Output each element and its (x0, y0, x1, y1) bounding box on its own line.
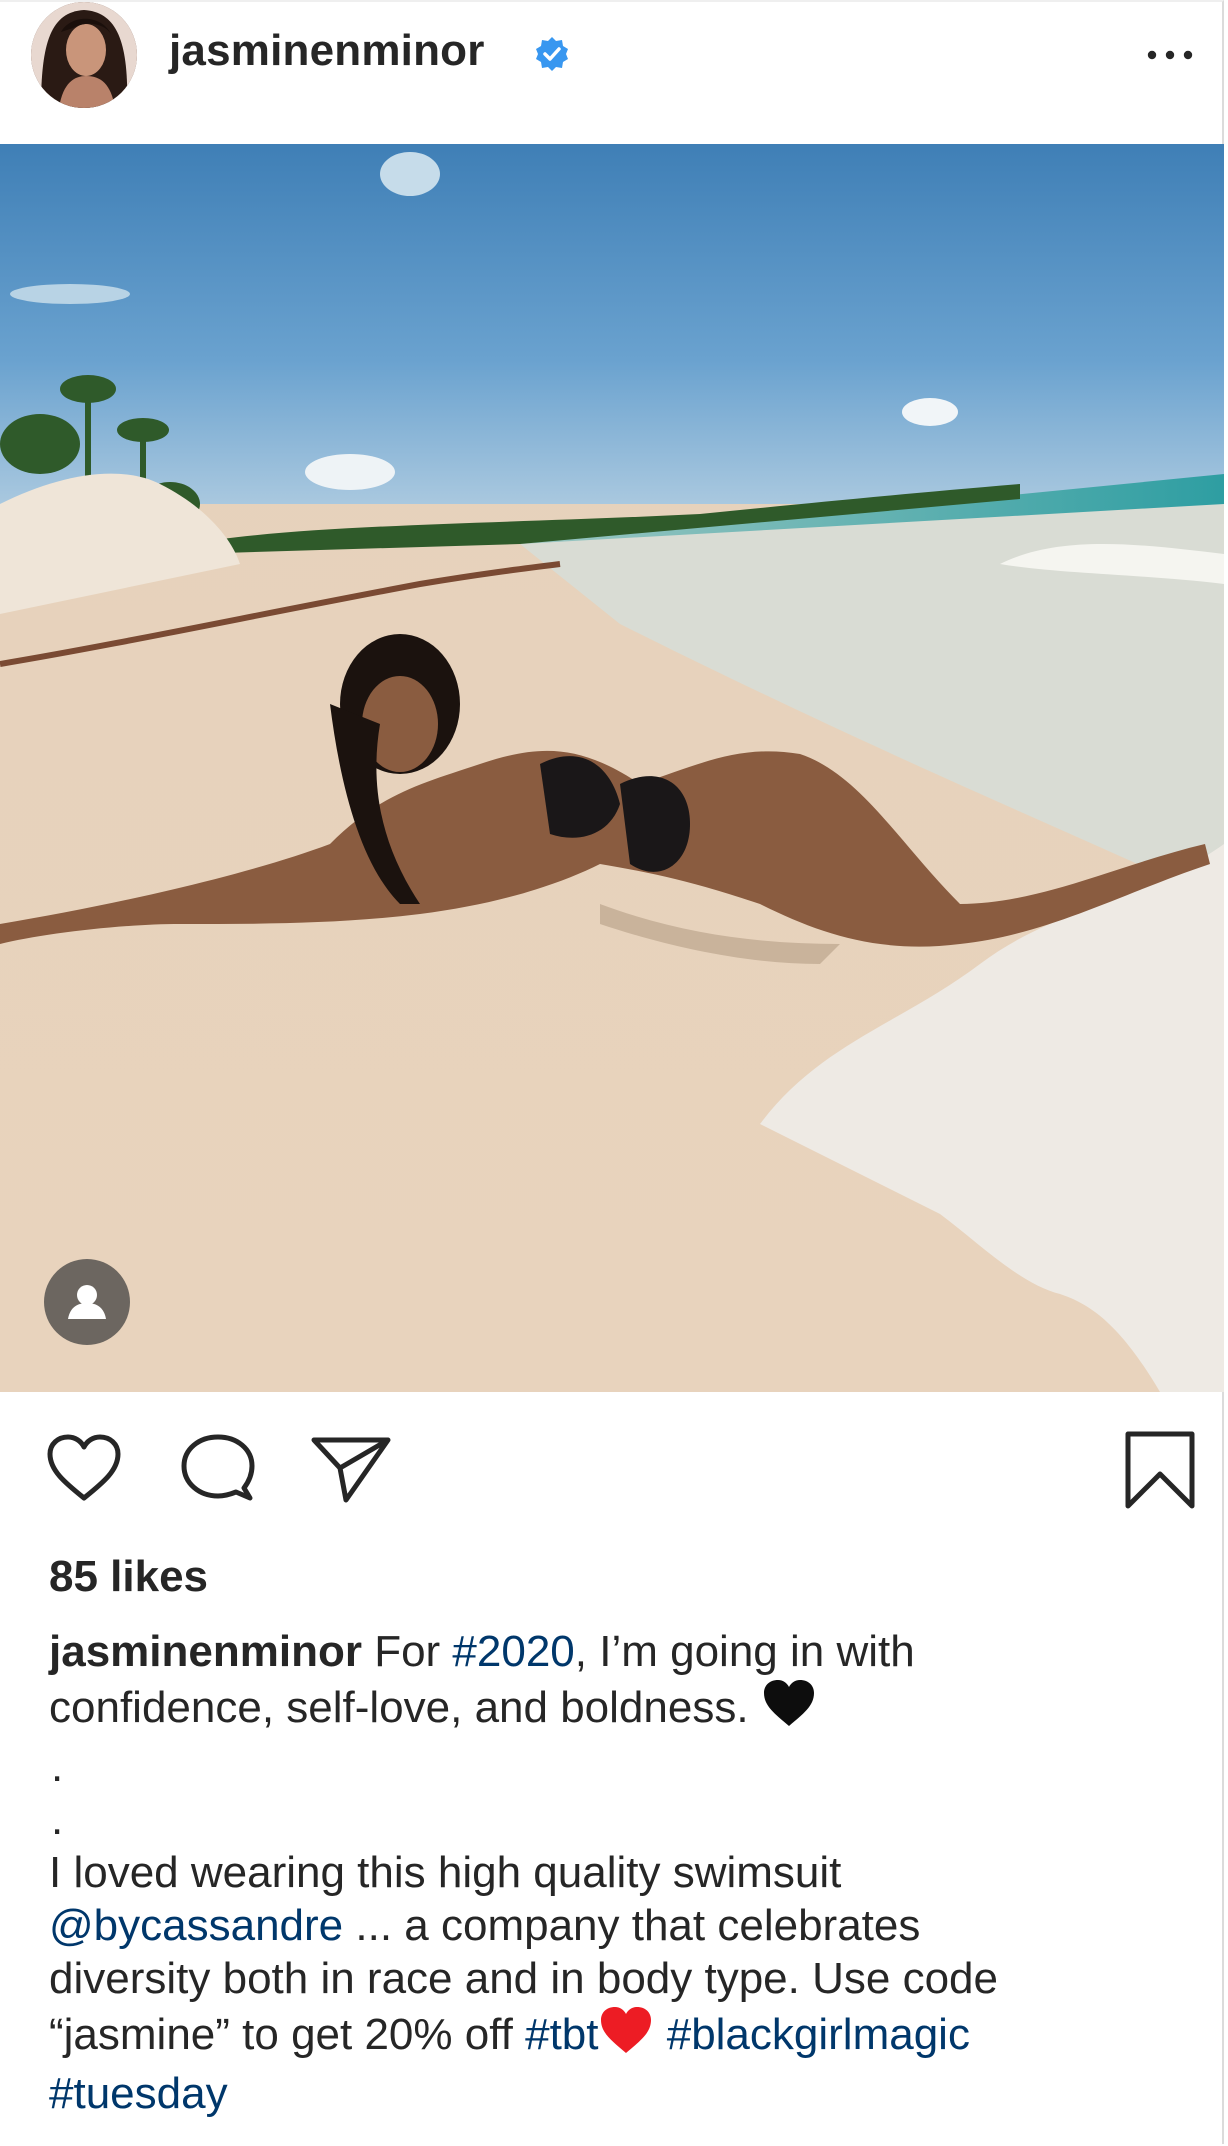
likes-count[interactable]: 85 likes (49, 1552, 208, 1602)
header-username[interactable]: jasminenminor (169, 26, 485, 76)
caption-line-8: “jasmine” to get 20% off #tbt #blackgirl… (49, 2005, 1189, 2067)
post-caption: jasminenminor For #2020, I’m going in wi… (49, 1625, 1189, 2120)
caption-line-9: #tuesday (49, 2067, 1189, 2120)
black-heart-icon (761, 1678, 817, 1740)
post-photo[interactable] (0, 144, 1224, 1392)
comment-icon[interactable] (178, 1432, 258, 1513)
caption-text: confidence, self-love, and boldness. (49, 1683, 761, 1732)
avatar[interactable] (31, 2, 137, 108)
like-heart-icon[interactable] (44, 1432, 124, 1509)
hashtag-tbt[interactable]: #tbt (525, 2010, 598, 2059)
red-heart-icon (598, 2005, 654, 2067)
post-header: jasminenminor (0, 0, 1224, 144)
hashtag-tuesday[interactable]: #tuesday (49, 2069, 228, 2118)
post-actions (0, 1420, 1224, 1520)
share-send-icon[interactable] (310, 1434, 392, 1511)
caption-line-1: jasminenminor For #2020, I’m going in wi… (49, 1625, 1189, 1678)
caption-line-5: I loved wearing this high quality swimsu… (49, 1848, 842, 1897)
caption-line-7: diversity both in race and in body type.… (49, 1954, 998, 2003)
caption-text: For (361, 1627, 453, 1676)
caption-line-6: @bycassandre ... a company that celebrat… (49, 1899, 1189, 1952)
hashtag-blackgirlmagic[interactable]: #blackgirlmagic (667, 2010, 970, 2059)
user-tag-icon[interactable] (44, 1259, 130, 1345)
caption-dot: . (51, 1742, 64, 1791)
hashtag-2020[interactable]: #2020 (452, 1627, 574, 1676)
save-bookmark-icon[interactable] (1122, 1430, 1198, 1515)
caption-username[interactable]: jasminenminor (49, 1627, 362, 1676)
caption-dot: . (51, 1795, 64, 1844)
caption-line-2: confidence, self-love, and boldness. (49, 1678, 1189, 1740)
caption-text: ... a company that celebrates (343, 1901, 921, 1950)
more-options-icon[interactable] (1140, 38, 1200, 68)
caption-text: “jasmine” to get 20% off (49, 2010, 526, 2059)
verified-badge-icon (534, 36, 570, 72)
mention-bycassandre[interactable]: @bycassandre (49, 1901, 343, 1950)
caption-text: , I’m going in with (574, 1627, 915, 1676)
